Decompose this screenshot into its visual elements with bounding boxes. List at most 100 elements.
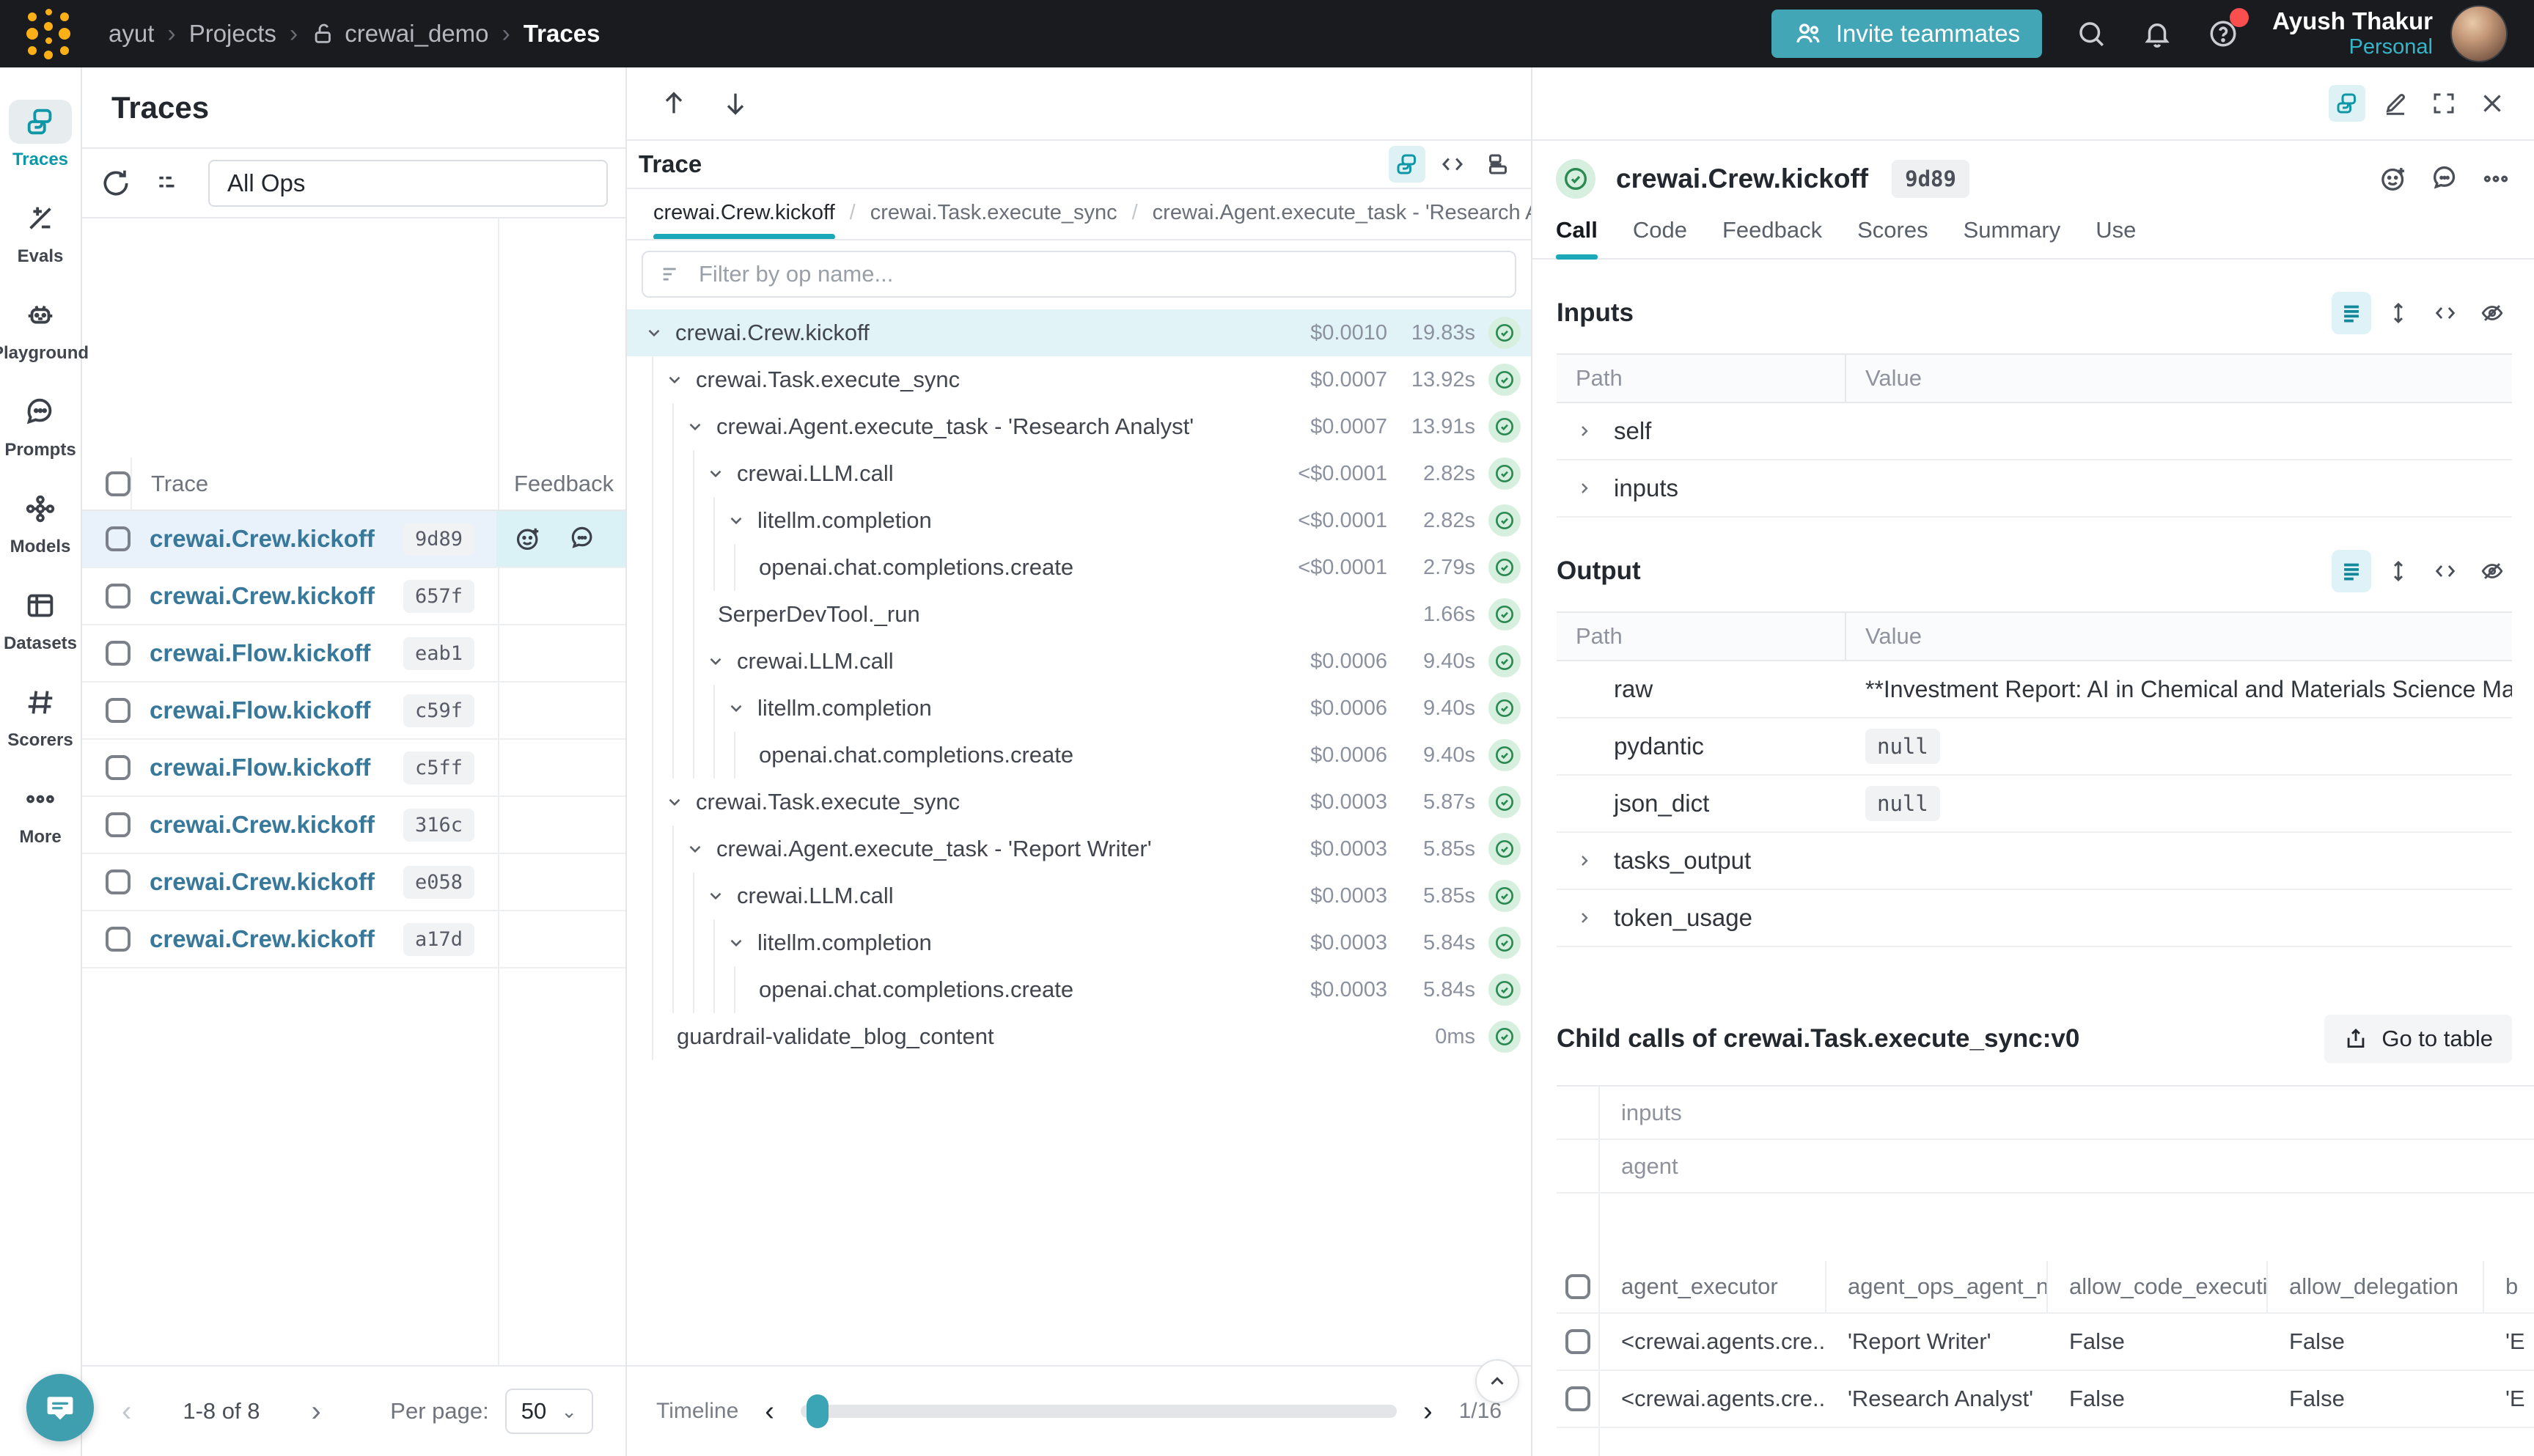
trace-tree-row[interactable]: guardrail-validate_blog_content 0ms — [627, 1013, 1531, 1060]
edit-icon[interactable] — [2377, 85, 2414, 122]
trace-tree-row[interactable]: openai.chat.completions.create $0.0003 5… — [627, 966, 1531, 1013]
row-checkbox[interactable] — [106, 641, 131, 666]
trace-link[interactable]: crewai.Crew.kickoff — [150, 582, 403, 610]
breadcrumb-projects[interactable]: Projects — [189, 20, 276, 48]
add-reaction-icon[interactable] — [2379, 164, 2408, 194]
path-tab[interactable]: crewai.Task.execute_sync — [870, 201, 1117, 238]
select-all-checkbox[interactable] — [1565, 1274, 1590, 1299]
tab-summary[interactable]: Summary — [1964, 217, 2061, 258]
breadcrumb-entity[interactable]: ayut — [109, 20, 154, 48]
hide-values-icon[interactable] — [2472, 550, 2512, 592]
next-page-button[interactable]: › — [304, 1395, 328, 1428]
chevron-down-icon[interactable] — [686, 417, 716, 436]
column-header[interactable]: agent_executor — [1600, 1261, 1826, 1312]
sidebar-item-datasets[interactable]: Datasets — [0, 570, 81, 667]
trace-tree-row[interactable]: crewai.Task.execute_sync $0.0003 5.87s — [627, 779, 1531, 826]
trace-tree-row[interactable]: litellm.completion $0.0003 5.84s — [627, 919, 1531, 966]
trace-link[interactable]: crewai.Flow.kickoff — [150, 696, 403, 724]
trace-tree-row[interactable]: openai.chat.completions.create <$0.0001 … — [627, 544, 1531, 591]
select-all-checkbox[interactable] — [106, 471, 131, 496]
column-header[interactable]: b — [2484, 1261, 2534, 1312]
chevron-right-icon[interactable] — [1576, 479, 1614, 497]
row-checkbox[interactable] — [106, 927, 131, 952]
trace-link[interactable]: crewai.Flow.kickoff — [150, 639, 403, 667]
more-options-icon[interactable] — [2481, 164, 2511, 194]
sidebar-item-playground[interactable]: Playground — [0, 280, 81, 377]
code-view-icon[interactable] — [2425, 550, 2465, 592]
output-row-pydantic[interactable]: pydantic null — [1557, 718, 2512, 776]
code-view-icon[interactable] — [2425, 292, 2465, 334]
input-row-self[interactable]: self — [1557, 403, 2512, 460]
per-page-select[interactable]: 50 ⌄ — [505, 1389, 593, 1434]
wandb-logo-icon[interactable] — [26, 9, 70, 59]
table-row[interactable]: <crewai.agents.cre... 'Research Analyst'… — [1557, 1371, 2534, 1428]
filter-list-icon[interactable] — [154, 167, 186, 199]
comment-icon[interactable] — [2430, 164, 2459, 194]
trace-tree-row[interactable]: openai.chat.completions.create $0.0006 9… — [627, 732, 1531, 779]
call-id-badge[interactable]: 9d89 — [1892, 160, 1969, 198]
prev-page-button[interactable]: ‹ — [114, 1395, 139, 1428]
row-checkbox[interactable] — [106, 869, 131, 894]
tab-scores[interactable]: Scores — [1857, 217, 1928, 258]
notifications-bell-icon[interactable] — [2140, 17, 2174, 51]
help-icon[interactable] — [2206, 17, 2240, 51]
chevron-down-icon[interactable] — [665, 370, 696, 389]
refresh-icon[interactable] — [100, 167, 132, 199]
chevron-right-icon[interactable] — [1576, 422, 1614, 440]
trace-tree-row[interactable]: crewai.LLM.call $0.0003 5.85s — [627, 872, 1531, 919]
row-checkbox[interactable] — [1565, 1329, 1590, 1354]
breadcrumb-project[interactable]: crewai_demo — [311, 20, 488, 48]
table-row[interactable]: crewai.Flow.kickoffeab1 — [82, 625, 625, 683]
table-row[interactable]: crewai.Flow.kickoffc59f — [82, 683, 625, 740]
path-tab[interactable]: crewai.Agent.execute_task - 'Research An… — [1153, 201, 1531, 238]
sidebar-item-more[interactable]: More — [0, 764, 81, 861]
close-icon[interactable] — [2474, 85, 2511, 122]
fullscreen-icon[interactable] — [2425, 85, 2462, 122]
chat-support-button[interactable] — [26, 1374, 94, 1441]
chevron-down-icon[interactable] — [706, 464, 737, 483]
collapse-timeline-button[interactable] — [1475, 1359, 1519, 1403]
ops-filter-select[interactable]: All Ops — [208, 160, 608, 207]
chevron-down-icon[interactable] — [644, 323, 675, 342]
row-checkbox[interactable] — [106, 584, 131, 608]
trace-tree-row[interactable]: litellm.completion <$0.0001 2.82s — [627, 497, 1531, 544]
chevron-down-icon[interactable] — [706, 652, 737, 671]
search-icon[interactable] — [2074, 17, 2108, 51]
user-menu[interactable]: Ayush Thakur Personal — [2272, 7, 2433, 59]
tab-code[interactable]: Code — [1633, 217, 1687, 258]
sidebar-item-scorers[interactable]: Scorers — [0, 667, 81, 764]
column-header[interactable]: agent_ops_agent_nan — [1826, 1261, 2048, 1312]
feedback-column-header[interactable]: Feedback — [496, 457, 625, 510]
next-trace-arrow-icon[interactable] — [721, 89, 750, 118]
raw-output-value[interactable]: **Investment Report: AI in Chemical and … — [1865, 676, 2512, 703]
tab-call[interactable]: Call — [1556, 217, 1598, 258]
chevron-right-icon[interactable] — [1576, 909, 1614, 927]
chevron-down-icon[interactable] — [706, 886, 737, 905]
row-checkbox[interactable] — [106, 698, 131, 723]
invite-teammates-button[interactable]: Invite teammates — [1771, 10, 2042, 58]
flame-view-button[interactable] — [1480, 146, 1516, 183]
trace-link[interactable]: crewai.Crew.kickoff — [150, 868, 403, 896]
op-name-filter-input[interactable] — [699, 261, 1499, 287]
trace-link[interactable]: crewai.Crew.kickoff — [150, 525, 403, 553]
path-tab[interactable]: crewai.Crew.kickoff — [653, 201, 835, 238]
tab-use[interactable]: Use — [2096, 217, 2136, 258]
chevron-right-icon[interactable] — [1576, 852, 1614, 869]
chevron-down-icon[interactable] — [727, 511, 757, 530]
trace-link[interactable]: crewai.Flow.kickoff — [150, 754, 403, 782]
table-row[interactable]: crewai.Crew.kickoff316c — [82, 797, 625, 854]
trace-tree-row[interactable]: crewai.Task.execute_sync $0.0007 13.92s — [627, 356, 1531, 403]
output-row-json-dict[interactable]: json_dict null — [1557, 776, 2512, 833]
table-row[interactable]: crewai.Crew.kickoffa17d — [82, 911, 625, 968]
column-header[interactable]: allow_code_execution — [2048, 1261, 2268, 1312]
timeline-next-icon[interactable]: › — [1419, 1396, 1437, 1427]
timeline-slider[interactable] — [801, 1405, 1397, 1418]
trace-link[interactable]: crewai.Crew.kickoff — [150, 811, 403, 839]
expand-rows-icon[interactable] — [2379, 292, 2418, 334]
tree-view-button[interactable] — [1389, 146, 1425, 183]
tab-feedback[interactable]: Feedback — [1722, 217, 1822, 258]
row-checkbox[interactable] — [1565, 1386, 1590, 1411]
table-row[interactable]: crewai.Crew.kickoffe058 — [82, 854, 625, 911]
list-view-icon[interactable] — [2332, 292, 2371, 334]
go-to-table-button[interactable]: Go to table — [2324, 1015, 2512, 1063]
